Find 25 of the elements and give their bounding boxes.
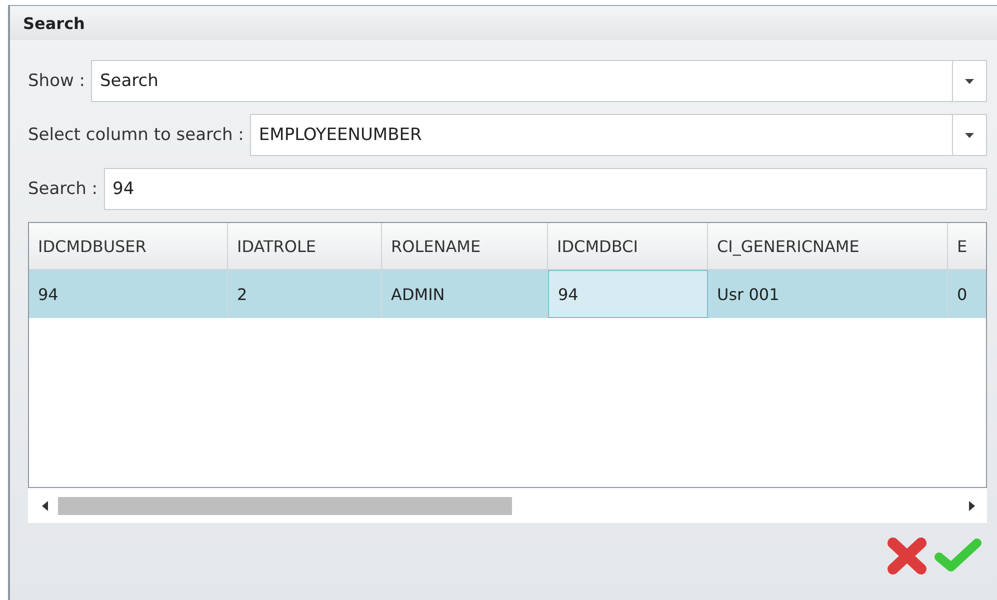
column-header[interactable]: ROLENAME	[382, 223, 548, 270]
table-cell: 94	[29, 270, 228, 318]
column-header[interactable]: IDCMDBUSER	[29, 223, 228, 270]
table-cell: Usr 001	[708, 270, 948, 318]
table-cell: 94	[548, 270, 708, 318]
field-label: Show :	[28, 71, 86, 91]
scrollbar-thumb[interactable]	[58, 496, 512, 514]
horizontal-scrollbar[interactable]	[28, 488, 987, 523]
table-cell: 0	[948, 270, 986, 318]
dropdown-field[interactable]: Search	[91, 60, 987, 102]
column-header[interactable]: IDCMDBCI	[548, 223, 708, 270]
column-header[interactable]: E	[948, 223, 986, 270]
table-row[interactable]: 94 2 ADMIN 94 Usr 001 0	[29, 270, 986, 318]
scroll-left-icon[interactable]	[42, 500, 48, 510]
table-cell: 2	[228, 270, 382, 318]
text-input-field[interactable]: 94	[104, 168, 987, 210]
cancel-button[interactable]	[885, 535, 929, 577]
scroll-right-icon[interactable]	[969, 500, 975, 510]
column-header[interactable]: CI_GENERICNAME	[708, 223, 948, 270]
field-label: Search :	[28, 179, 99, 199]
dropdown-field[interactable]: EMPLOYEENUMBER	[250, 114, 987, 156]
column-header[interactable]: IDATROLE	[228, 223, 382, 270]
field-label: Select column to search :	[28, 125, 245, 145]
window-title: Search	[23, 14, 85, 32]
table-cell: ADMIN	[382, 270, 548, 318]
